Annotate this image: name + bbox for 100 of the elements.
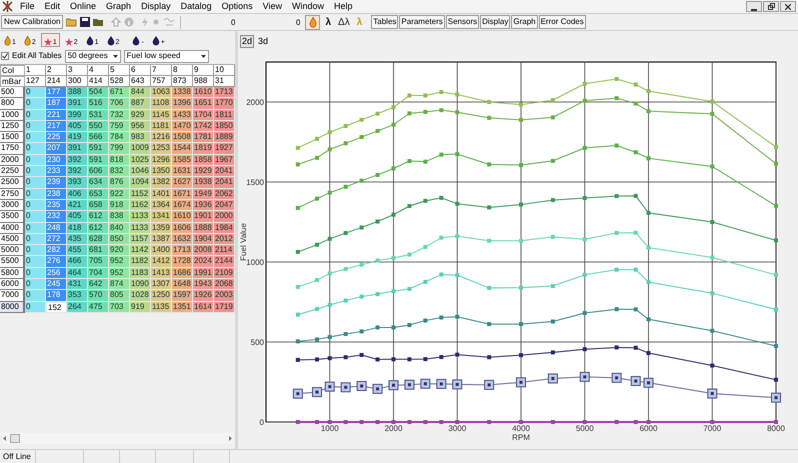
table-cell[interactable]: 759 — [109, 120, 130, 132]
table-cell[interactable]: 1938 — [193, 177, 214, 189]
toolbar-button[interactable]: Parameters — [399, 15, 445, 29]
table-cell[interactable]: 1250 — [151, 290, 172, 302]
flame-button[interactable] — [305, 14, 320, 30]
table-cell[interactable]: 1181 — [151, 120, 172, 132]
menu-item[interactable]: Datalog — [176, 0, 217, 14]
table-cell[interactable]: 844 — [130, 87, 151, 98]
table-cell[interactable]: 1742 — [193, 120, 214, 132]
table-cell[interactable]: 1094 — [130, 177, 151, 189]
table-cell[interactable]: 0 — [25, 234, 46, 246]
table-cell[interactable]: 1943 — [193, 279, 214, 290]
save-icon[interactable] — [80, 17, 90, 27]
table-cell[interactable]: 393 — [67, 177, 88, 189]
table-cell[interactable]: 1307 — [151, 279, 172, 290]
table-cell[interactable]: 1614 — [193, 302, 214, 313]
table-cell[interactable]: 0 — [25, 256, 46, 268]
table-cell[interactable]: 1090 — [130, 279, 151, 290]
column-header[interactable]: 7 — [151, 65, 172, 76]
table-cell[interactable]: 606 — [88, 166, 109, 178]
table-cell[interactable]: 353 — [67, 290, 88, 302]
rpm-cell[interactable]: 5800 — [0, 268, 25, 280]
table-cell[interactable]: 0 — [25, 268, 46, 280]
table-cell[interactable]: 1627 — [172, 177, 193, 189]
right-arrow-icon[interactable] — [228, 436, 233, 441]
table-cell[interactable]: 1967 — [214, 154, 235, 166]
table-cell[interactable]: 1401 — [151, 188, 172, 200]
table-cell[interactable]: 1253 — [151, 143, 172, 155]
table-cell[interactable]: 799 — [109, 143, 130, 155]
table-cell[interactable]: 0 — [25, 98, 46, 110]
table-cell[interactable]: 0 — [25, 279, 46, 290]
table-cell[interactable]: 0 — [25, 87, 46, 98]
rpm-cell[interactable]: 3000 — [0, 200, 25, 212]
table-cell[interactable]: 1713 — [172, 245, 193, 256]
table-cell[interactable]: 550 — [88, 120, 109, 132]
table-cell[interactable]: 504 — [88, 87, 109, 98]
new-calibration-button[interactable]: New Calibration — [1, 15, 64, 29]
table-cell[interactable]: 704 — [88, 268, 109, 280]
column-header[interactable]: 5 — [109, 65, 130, 76]
view-tab[interactable]: 2d — [240, 35, 254, 48]
table-cell[interactable]: 658 — [88, 200, 109, 212]
rpm-cell[interactable]: 1250 — [0, 120, 25, 132]
rpm-cell[interactable]: 1000 — [0, 110, 25, 121]
value-field[interactable]: 0 — [244, 16, 302, 28]
table-cell[interactable]: 1651 — [193, 98, 214, 110]
value-field[interactable]: 0 — [186, 16, 242, 28]
table-cell[interactable]: 703 — [109, 302, 130, 313]
rpm-cell[interactable]: 2500 — [0, 177, 25, 189]
horizontal-scrollbar[interactable] — [2, 433, 233, 444]
table-cell[interactable]: 2047 — [214, 200, 235, 212]
table-cell[interactable]: 421 — [67, 200, 88, 212]
table-cell[interactable]: 1610 — [172, 211, 193, 223]
rpm-cell[interactable]: 1500 — [0, 132, 25, 144]
restore-button[interactable] — [763, 1, 779, 12]
rpm-cell[interactable]: 5500 — [0, 256, 25, 268]
table-cell[interactable]: 1686 — [172, 268, 193, 280]
column-header[interactable]: 3 — [67, 65, 88, 76]
table-cell[interactable]: 1904 — [193, 234, 214, 246]
table-cell[interactable]: 418 — [67, 222, 88, 234]
table-cell[interactable]: 952 — [109, 256, 130, 268]
table-cell[interactable]: 929 — [130, 110, 151, 121]
table-cell[interactable]: 1704 — [193, 110, 214, 121]
folder-icon[interactable] — [66, 17, 78, 27]
table-cell[interactable]: 1133 — [130, 211, 151, 223]
rpm-cell[interactable]: 4500 — [0, 234, 25, 246]
rpm-cell[interactable]: 7000 — [0, 290, 25, 302]
table-cell[interactable]: 671 — [109, 87, 130, 98]
column-header[interactable]: 8 — [172, 65, 193, 76]
menu-item[interactable]: Options — [216, 0, 258, 14]
table-cell[interactable]: 0 — [25, 177, 46, 189]
table-cell[interactable]: 1152 — [130, 188, 151, 200]
table-cell[interactable]: 0 — [25, 188, 46, 200]
rpm-cell[interactable]: 1750 — [0, 143, 25, 155]
rpm-cell[interactable]: 3500 — [0, 211, 25, 223]
menu-item[interactable]: File — [15, 0, 40, 14]
table-cell[interactable]: 1296 — [151, 154, 172, 166]
table-cell[interactable]: 653 — [88, 188, 109, 200]
table-cell[interactable]: 832 — [109, 166, 130, 178]
lambda-symbol[interactable]: λ — [323, 14, 334, 30]
table-cell[interactable]: 566 — [88, 132, 109, 144]
table-cell[interactable]: 2062 — [214, 188, 235, 200]
table-cell[interactable]: 0 — [25, 110, 46, 121]
table-cell[interactable]: 0 — [25, 290, 46, 302]
table-cell[interactable]: 1470 — [172, 120, 193, 132]
table-cell[interactable]: 1606 — [172, 222, 193, 234]
table-cell[interactable]: 681 — [88, 245, 109, 256]
table-cell[interactable]: 2144 — [214, 256, 235, 268]
table-cell[interactable]: 0 — [25, 245, 46, 256]
table-cell[interactable]: 706 — [109, 98, 130, 110]
table-cell[interactable]: 920 — [109, 245, 130, 256]
table-cell[interactable]: 0 — [25, 200, 46, 212]
table-cell[interactable]: 419 — [67, 132, 88, 144]
table-cell[interactable]: 516 — [88, 98, 109, 110]
table-cell[interactable]: 1183 — [130, 268, 151, 280]
table-cell[interactable]: 919 — [130, 302, 151, 313]
table-cell[interactable]: 838 — [109, 211, 130, 223]
table-cell[interactable]: 1009 — [130, 143, 151, 155]
toolbar-button[interactable]: Graph — [511, 15, 538, 29]
column-header[interactable]: 4 — [88, 65, 109, 76]
menu-item[interactable]: Help — [329, 0, 358, 14]
